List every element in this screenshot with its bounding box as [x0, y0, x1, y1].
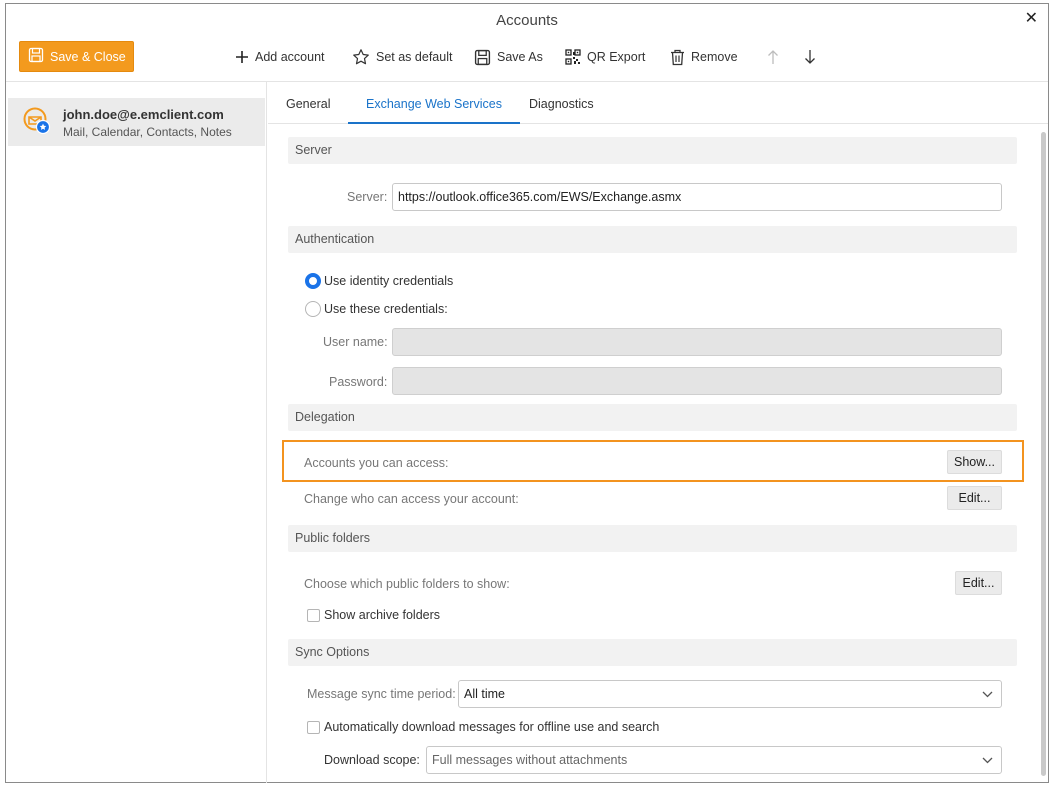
server-label: Server: [347, 190, 388, 204]
add-account-button[interactable]: Add account [235, 46, 325, 68]
add-account-label: Add account [255, 50, 325, 64]
save-as-button[interactable]: Save As [474, 46, 543, 68]
account-email: john.doe@e.emclient.com [63, 107, 224, 122]
chevron-down-icon [982, 681, 993, 716]
save-as-label: Save As [497, 50, 543, 64]
download-scope-label: Download scope: [324, 753, 420, 767]
mail-account-icon [23, 107, 51, 135]
auto-download-label: Automatically download messages for offl… [324, 720, 660, 734]
username-label: User name: [323, 335, 388, 349]
toolbar: Save & Close Add account Set as default … [6, 38, 1048, 82]
plus-icon [235, 50, 249, 64]
floppy-icon [474, 49, 491, 66]
tab-exchange-web-services[interactable]: Exchange Web Services [348, 82, 520, 124]
save-icon [28, 47, 44, 66]
remove-label: Remove [691, 50, 738, 64]
use-these-credentials-radio[interactable] [305, 301, 321, 317]
tab-bar: General Exchange Web Services Diagnostic… [268, 82, 1048, 124]
download-scope-dropdown[interactable]: Full messages without attachments [426, 746, 1002, 774]
section-authentication-header: Authentication [288, 226, 1017, 253]
username-input[interactable] [392, 328, 1002, 356]
accounts-you-can-access-label: Accounts you can access: [304, 456, 449, 470]
use-these-credentials-label: Use these credentials: [324, 302, 448, 316]
server-url-input[interactable]: https://outlook.office365.com/EWS/Exchan… [392, 183, 1002, 211]
change-access-label: Change who can access your account: [304, 492, 519, 506]
show-archive-folders-label: Show archive folders [324, 608, 441, 622]
tab-general[interactable]: General [268, 82, 348, 124]
sync-period-dropdown[interactable]: All time [458, 680, 1002, 708]
vertical-scrollbar[interactable] [1041, 132, 1046, 776]
set-default-label: Set as default [376, 50, 453, 64]
sync-period-label: Message sync time period: [307, 687, 456, 701]
account-settings-panel: General Exchange Web Services Diagnostic… [268, 82, 1048, 783]
move-up-icon[interactable] [767, 46, 779, 68]
edit-public-folders-button[interactable]: Edit... [955, 571, 1002, 595]
use-identity-radio[interactable] [305, 273, 321, 289]
download-scope-value: Full messages without attachments [432, 753, 628, 767]
tab-diagnostics[interactable]: Diagnostics [511, 82, 612, 124]
section-server-header: Server [288, 137, 1017, 164]
show-accounts-button[interactable]: Show... [947, 450, 1002, 474]
choose-public-folders-label: Choose which public folders to show: [304, 577, 510, 591]
set-default-button[interactable]: Set as default [352, 46, 452, 68]
show-archive-folders-checkbox[interactable] [307, 609, 320, 622]
qr-export-button[interactable]: QR Export [565, 46, 645, 68]
account-services: Mail, Calendar, Contacts, Notes [63, 125, 232, 139]
section-public-folders-header: Public folders [288, 525, 1017, 552]
save-close-button[interactable]: Save & Close [19, 41, 134, 72]
password-label: Password: [329, 375, 388, 389]
edit-delegation-button[interactable]: Edit... [947, 486, 1002, 510]
window-title: Accounts [496, 12, 558, 29]
auto-download-checkbox[interactable] [307, 721, 320, 734]
qr-code-icon [565, 49, 581, 65]
section-delegation-header: Delegation [288, 404, 1017, 431]
use-identity-label: Use identity credentials [324, 274, 454, 288]
move-down-icon[interactable] [804, 46, 816, 68]
trash-icon [670, 49, 685, 66]
sync-period-value: All time [464, 687, 505, 701]
accounts-sidebar: john.doe@e.emclient.com Mail, Calendar, … [6, 82, 267, 783]
accounts-window: Accounts ✕ Save & Close Add account Set … [5, 3, 1049, 783]
save-close-label: Save & Close [50, 49, 126, 64]
star-icon [352, 48, 370, 66]
close-icon[interactable]: ✕ [1025, 4, 1038, 34]
qr-export-label: QR Export [587, 50, 646, 64]
password-input[interactable] [392, 367, 1002, 395]
remove-button[interactable]: Remove [670, 46, 738, 68]
section-sync-options-header: Sync Options [288, 639, 1017, 666]
chevron-down-icon [982, 747, 993, 782]
account-list-item[interactable]: john.doe@e.emclient.com Mail, Calendar, … [8, 98, 265, 146]
